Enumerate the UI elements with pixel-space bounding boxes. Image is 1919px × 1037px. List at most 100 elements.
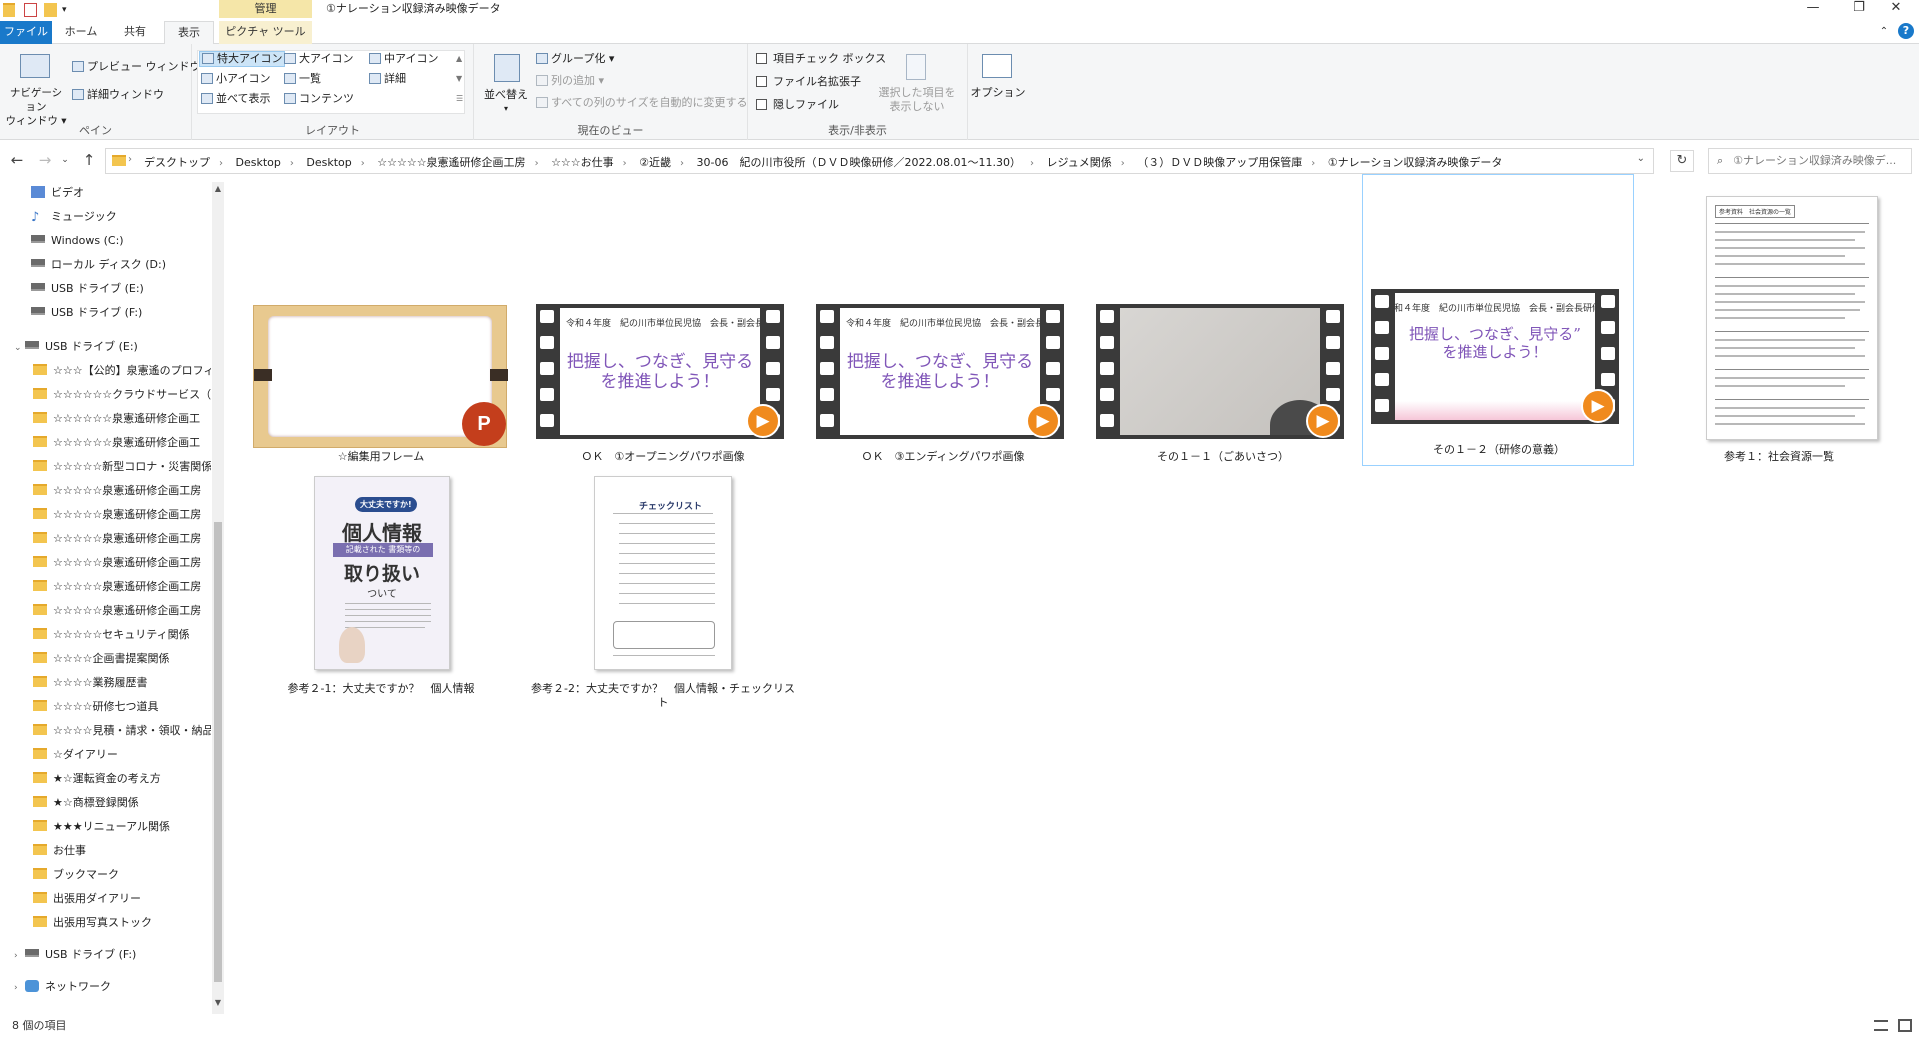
breadcrumb-separator-icon[interactable]: › [623,158,627,169]
file-item-selected[interactable]: 令和４年度 紀の川市単位民児協 会長・副会長研修会 把握し、つなぎ、見守る” を… [1362,174,1634,466]
nav-item-usb-f[interactable]: USB ドライブ (F:) [0,303,142,323]
breadcrumb-separator-icon[interactable]: › [219,158,223,169]
address-dropdown-icon[interactable]: ⌄ [1637,153,1645,164]
minimize-button[interactable]: — [1790,0,1836,18]
nav-item-folder[interactable]: ☆☆☆☆☆泉憲遙研修企画工房 [0,481,211,501]
size-all-columns-button[interactable]: すべての列のサイズを自動的に変更する [536,96,747,110]
hide-selected-button[interactable]: 選択した項目を 表示しない [876,86,958,114]
nav-item-usb-e[interactable]: USB ドライブ (E:) [0,279,144,299]
breadcrumb-item[interactable]: Desktop [236,156,281,169]
search-input[interactable]: ⌕ ①ナレーション収録済み映像デ... [1708,148,1912,174]
breadcrumb-separator-icon[interactable]: › [680,158,684,169]
breadcrumb-separator-icon[interactable]: › [1030,158,1034,169]
tiles-option[interactable]: 並べて表示 [201,92,271,106]
up-arrow-icon[interactable]: ↑ [80,151,98,169]
collapsed-chevron-icon[interactable]: › [14,978,22,997]
nav-item-folder[interactable]: ★★★リニューアル関係 [0,817,211,837]
nav-item-folder[interactable]: 出張用写真ストック [0,913,211,933]
options-button[interactable]: オプション [969,86,1027,100]
help-icon[interactable]: ? [1898,23,1914,39]
nav-item-folder[interactable]: ☆☆☆☆研修七つ道具 [0,697,211,717]
file-item[interactable]: チェックリスト 参考２-2：大丈夫ですか？ 個人情報・チェックリスト [531,472,795,752]
file-item[interactable]: 参考資料 社会資源の一覧 参考１：社会資源一覧 [1648,182,1910,464]
file-item[interactable]: ▶ その１－１（ごあいさつ） [1092,182,1354,464]
item-check-boxes-toggle[interactable]: 項目チェック ボックス [756,52,886,66]
large-icons-view-icon[interactable] [1898,1019,1912,1032]
layout-more-icon[interactable]: ☰ [456,92,463,106]
group-by-button[interactable]: グループ化 ▾ [536,52,614,66]
nav-item-folder[interactable]: ☆☆☆☆業務履歴書 [0,673,211,693]
small-icons-option[interactable]: 小アイコン [201,72,270,86]
breadcrumb-separator-icon[interactable]: › [1121,158,1125,169]
nav-item-folder[interactable]: ☆☆☆【公的】泉憲遙のプロフィー [0,361,211,381]
nav-item-usb-f-expanded[interactable]: › USB ドライブ (F:) [0,945,136,965]
file-item[interactable]: 令和４年度 紀の川市単位民児協 会長・副会長研修会 把握し、つなぎ、見守る を推… [532,182,794,464]
nav-item-music[interactable]: ♪ ミュージック [0,207,117,227]
scrollbar-thumb[interactable] [214,522,222,982]
breadcrumb-separator-icon[interactable]: › [535,158,539,169]
layout-scroll-down-icon[interactable]: ▼ [456,72,462,86]
nav-item-folder[interactable]: ☆☆☆☆☆新型コロナ・災害関係 [0,457,211,477]
nav-item-folder[interactable]: ☆☆☆☆☆☆泉憲遙研修企画工 [0,433,211,453]
preview-pane-button[interactable]: プレビュー ウィンドウ [72,60,201,74]
medium-icons-option[interactable]: 中アイコン [369,52,438,66]
tab-share[interactable]: 共有 [110,21,160,44]
file-item[interactable]: P ☆編集用フレーム [250,182,512,464]
navigation-pane-scrollbar[interactable]: ▲ ▼ [212,182,224,1014]
nav-item-folder[interactable]: ★☆商標登録関係 [0,793,211,813]
nav-item-folder[interactable]: ☆☆☆☆☆セキュリティ関係 [0,625,211,645]
file-name-extensions-toggle[interactable]: ファイル名拡張子 [756,75,861,89]
nav-item-folder[interactable]: ☆☆☆☆企画書提案関係 [0,649,211,669]
nav-item-folder[interactable]: お仕事 [0,841,211,861]
details-option[interactable]: 詳細 [369,72,406,86]
refresh-icon[interactable]: ↻ [1670,150,1694,172]
hidden-items-toggle[interactable]: 隠しファイル [756,98,839,112]
details-view-icon[interactable] [1874,1020,1888,1031]
nav-item-folder[interactable]: ☆☆☆☆☆☆泉憲遙研修企画工 [0,409,211,429]
tab-home[interactable]: ホーム [56,21,106,44]
nav-item-folder[interactable]: ☆☆☆☆☆泉憲遙研修企画工房 [0,553,211,573]
address-bar[interactable]: › デスクトップ › Desktop › Desktop › ☆☆☆☆☆泉憲遙研修企画… [105,148,1654,174]
breadcrumb-item[interactable]: 30-06 紀の川市役所（ＤＶＤ映像研修／2022.08.01～11.30） [697,156,1021,169]
nav-item-folder[interactable]: ブックマーク [0,865,211,885]
breadcrumb-item[interactable]: レジュメ関係 [1046,156,1111,169]
nav-item-folder[interactable]: ☆☆☆☆☆泉憲遙研修企画工房 [0,505,211,525]
breadcrumb-item[interactable]: Desktop [306,156,351,169]
tab-picture-tools[interactable]: ピクチャ ツール [219,21,312,44]
recent-locations-chevron-icon[interactable]: ⌄ [60,151,70,169]
breadcrumb-separator-icon[interactable]: › [1311,158,1315,169]
close-button[interactable]: ✕ [1873,0,1919,18]
forward-arrow-icon[interactable]: → [36,151,54,169]
scroll-up-icon[interactable]: ▲ [212,184,224,193]
breadcrumb-item[interactable]: ②近畿 [639,156,671,169]
nav-item-network[interactable]: › ネットワーク [0,977,111,997]
nav-item-folder[interactable]: ☆ダイアリー [0,745,211,765]
scroll-down-icon[interactable]: ▼ [212,998,224,1007]
new-folder-icon[interactable] [44,3,57,17]
nav-item-folder[interactable]: ☆☆☆☆☆泉憲遙研修企画工房 [0,529,211,549]
sort-by-dropdown-icon[interactable]: ▾ [504,102,508,116]
nav-item-folder[interactable]: ☆☆☆☆☆泉憲遙研修企画工房 [0,577,211,597]
breadcrumb-item[interactable]: （３）ＤＶＤ映像アップ用保管庫 [1137,156,1302,169]
expanded-chevron-icon[interactable]: ⌄ [14,338,22,357]
nav-item-videos[interactable]: ビデオ [0,183,84,203]
layout-scroll-up-icon[interactable]: ▲ [456,52,462,66]
file-item[interactable]: 令和４年度 紀の川市単位民児協 会長・副会長研修会 把握し、つなぎ、見守る を推… [812,182,1074,464]
sort-by-button[interactable]: 並べ替え [484,88,528,102]
breadcrumb-item[interactable]: ①ナレーション収録済み映像データ [1328,156,1503,169]
file-name-extensions-checkbox[interactable] [756,76,767,87]
breadcrumb-item[interactable]: デスクトップ [144,156,210,169]
nav-item-folder[interactable]: 出張用ダイアリー [0,889,211,909]
list-option[interactable]: 一覧 [284,72,321,86]
collapse-ribbon-icon[interactable]: ⌃ [1876,21,1892,44]
options-icon[interactable] [982,54,1012,78]
nav-item-usb-e-expanded[interactable]: ⌄ USB ドライブ (E:) [0,337,138,357]
back-arrow-icon[interactable]: ← [8,151,26,169]
tab-file[interactable]: ファイル [0,21,52,44]
large-icons-option[interactable]: 大アイコン [284,52,353,66]
extra-large-icons-option[interactable]: 特大アイコン [199,51,286,67]
add-columns-button[interactable]: 列の追加 ▾ [536,74,604,88]
sort-by-icon[interactable] [494,54,520,82]
file-item[interactable]: 大丈夫ですか! 個人情報 記載された 書類等の 取り扱い ついて 参考２-1：大… [250,472,512,752]
breadcrumb-separator-icon[interactable]: › [290,158,294,169]
